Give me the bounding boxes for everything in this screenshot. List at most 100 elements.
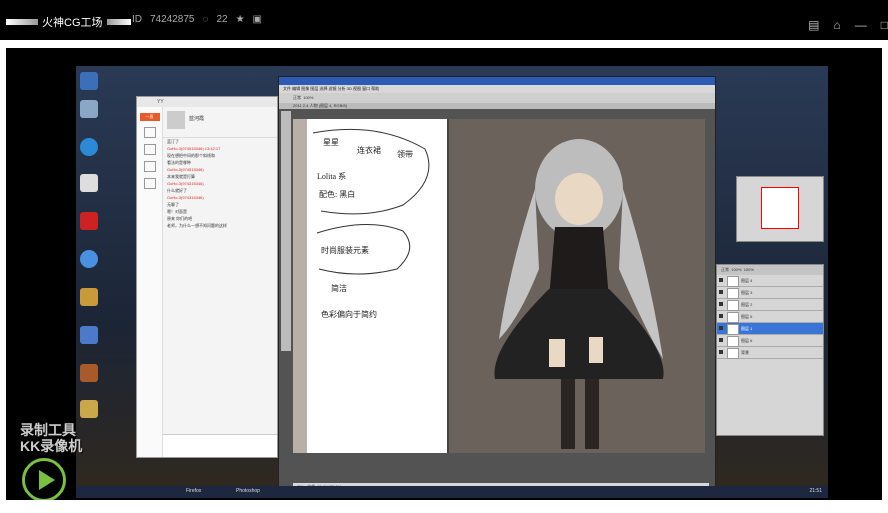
desktop-icon-folder-2[interactable] bbox=[80, 400, 98, 418]
chat-window: YY 一直 蓝河霞 蓝汀了 GoHo-3(974515346) 13:42:17 现… bbox=[136, 96, 278, 458]
ps-opacity[interactable]: 100% bbox=[303, 95, 313, 100]
layer-name: 图层 5 bbox=[741, 314, 753, 319]
layer-row[interactable]: 背景 bbox=[717, 347, 823, 359]
layer-row[interactable]: 图层 2 bbox=[717, 299, 823, 311]
ps-doc-tab[interactable]: 2011 2-4 人物 (图层 4, RGB/8) bbox=[279, 103, 715, 109]
eye-icon[interactable] bbox=[719, 338, 723, 342]
desktop-icon-doc[interactable] bbox=[80, 326, 98, 344]
restore-icon[interactable]: □ bbox=[881, 18, 888, 32]
layers-blend[interactable]: 正常 bbox=[721, 267, 729, 272]
avatar[interactable] bbox=[167, 111, 185, 129]
sketch-note: 配色: 黑白 bbox=[319, 190, 356, 199]
sketch-note: 简洁 bbox=[331, 284, 347, 293]
layer-name: 图层 1 bbox=[741, 326, 753, 331]
eye-icon[interactable] bbox=[719, 302, 723, 306]
desktop-icon-folder[interactable] bbox=[80, 288, 98, 306]
sidebar-btn-4[interactable] bbox=[143, 178, 156, 189]
brand-bar-right bbox=[106, 19, 131, 25]
sidebar-btn-3[interactable] bbox=[143, 161, 156, 172]
id-value: 74242875 bbox=[150, 14, 195, 25]
layer-name: 背景 bbox=[741, 350, 749, 355]
chat-message: 原来 你们的吧 bbox=[167, 216, 193, 221]
ps-mode[interactable]: 正常 bbox=[293, 95, 301, 100]
desktop-icon-app[interactable] bbox=[80, 138, 98, 156]
home-icon[interactable]: ⌂ bbox=[834, 18, 841, 32]
chat-body: 蓝河霞 蓝汀了 GoHo-3(974515346) 13:42:17 现在想把中间的… bbox=[163, 107, 277, 457]
desktop-icon-file[interactable] bbox=[80, 174, 98, 192]
sidebar-btn-2[interactable] bbox=[143, 144, 156, 155]
sketch-note: 时尚服装元素 bbox=[321, 246, 369, 255]
window-controls: ▤ ⌂ — □ bbox=[808, 18, 888, 32]
chat-tab[interactable]: 一直 bbox=[139, 113, 160, 121]
layer-name: 图层 4 bbox=[741, 278, 753, 283]
ps-options-bar[interactable]: 正常 100% bbox=[279, 93, 715, 103]
layers-options[interactable]: 正常 100% 100% bbox=[717, 265, 823, 275]
ps-title-bar bbox=[279, 77, 715, 85]
layer-row[interactable]: 图层 5 bbox=[717, 311, 823, 323]
layer-thumbnail bbox=[727, 336, 739, 347]
sketch-note: Lolita 系 bbox=[317, 172, 347, 181]
ps-canvas[interactable]: 星星 连衣裙 领带 Lolita 系配色: 黑白 时尚服装元素 简洁 色彩偏向于简约 bbox=[293, 119, 705, 453]
chat-message: GoHo-3(974315346) bbox=[167, 195, 204, 200]
layer-thumbnail bbox=[727, 276, 739, 287]
layer-row[interactable]: 图层 3 bbox=[717, 287, 823, 299]
recorder-watermark: 录制工具 KK录像机 bbox=[20, 422, 82, 454]
photoshop-window: 文件 编辑 图像 图层 选择 滤镜 分析 3D 视图 窗口 帮助 正常 100%… bbox=[278, 76, 716, 498]
ps-menu-bar[interactable]: 文件 编辑 图像 图层 选择 滤镜 分析 3D 视图 窗口 帮助 bbox=[279, 85, 715, 93]
video-player[interactable]: YY 一直 蓝河霞 蓝汀了 GoHo-3(974515346) 13:42:17 现… bbox=[6, 48, 882, 500]
layers-opacity[interactable]: 100% bbox=[731, 267, 741, 272]
watermark-line-1: 录制工具 bbox=[20, 422, 76, 438]
ps-toolbox[interactable] bbox=[281, 111, 291, 351]
layers-panel: 正常 100% 100% 图层 4 图层 3 图层 2 图层 5 图层 1 图层 6 背景 bbox=[716, 264, 824, 436]
character-drawing bbox=[494, 139, 664, 449]
navigator-thumb[interactable] bbox=[761, 187, 799, 229]
taskbar-app-2[interactable]: Photoshop bbox=[236, 488, 260, 494]
layer-name: 图层 6 bbox=[741, 338, 753, 343]
eye-icon[interactable] bbox=[719, 326, 723, 330]
desktop-icon-game[interactable] bbox=[80, 212, 98, 230]
chat-input[interactable] bbox=[163, 434, 277, 457]
eye-icon[interactable] bbox=[719, 278, 723, 282]
user-icon: ◌ bbox=[202, 14, 209, 25]
layer-row[interactable]: 图层 4 bbox=[717, 275, 823, 287]
header-divider bbox=[0, 40, 888, 48]
chat-profile: 蓝河霞 bbox=[163, 107, 277, 138]
eye-icon[interactable] bbox=[719, 290, 723, 294]
sketch-note: 色彩偏向于简约 bbox=[321, 310, 377, 319]
sketch-paper: 星星 连衣裙 领带 Lolita 系配色: 黑白 时尚服装元素 简洁 色彩偏向于简约 bbox=[307, 119, 449, 453]
document-icon[interactable]: ▤ bbox=[808, 18, 819, 32]
minimize-icon[interactable]: — bbox=[855, 18, 867, 32]
navigator-panel[interactable] bbox=[736, 176, 824, 242]
desktop-icon-computer[interactable] bbox=[80, 72, 98, 90]
footer-strip bbox=[0, 500, 888, 513]
layer-name: 图层 3 bbox=[741, 290, 753, 295]
watermark-line-2: KK录像机 bbox=[20, 438, 83, 454]
desktop-icon-recycle[interactable] bbox=[80, 100, 98, 118]
star-icon[interactable]: ★ bbox=[236, 14, 245, 25]
play-button[interactable] bbox=[22, 458, 66, 500]
eye-icon[interactable] bbox=[719, 314, 723, 318]
layer-thumbnail bbox=[727, 312, 739, 323]
layers-fill[interactable]: 100% bbox=[744, 267, 754, 272]
chat-message: GoHo-3(974315346) bbox=[167, 181, 204, 186]
sketch-note: 领带 bbox=[397, 150, 413, 159]
sketch-note: 连衣裙 bbox=[357, 146, 381, 155]
taskbar-app-1[interactable]: Firefox bbox=[186, 488, 201, 494]
layer-name: 图层 2 bbox=[741, 302, 753, 307]
desktop-icon-browser[interactable] bbox=[80, 250, 98, 268]
recorded-desktop: YY 一直 蓝河霞 蓝汀了 GoHo-3(974515346) 13:42:17 现… bbox=[76, 66, 828, 498]
chat-message: 蓝汀了 bbox=[167, 139, 179, 144]
desktop-icon-media[interactable] bbox=[80, 364, 98, 382]
chat-message: 嗯！对面是 bbox=[167, 209, 187, 214]
layer-thumbnail bbox=[727, 348, 739, 359]
chat-message: 无聊了 bbox=[167, 202, 179, 207]
layer-row[interactable]: 图层 1 bbox=[717, 323, 823, 335]
layer-row[interactable]: 图层 6 bbox=[717, 335, 823, 347]
sidebar-btn-1[interactable] bbox=[143, 127, 156, 138]
eye-icon[interactable] bbox=[719, 350, 723, 354]
sketch-strokes bbox=[312, 128, 430, 275]
layer-thumbnail bbox=[727, 324, 739, 335]
brand-name: 火神CG工场 bbox=[42, 17, 103, 29]
channel-brand[interactable]: 火神CG工场 bbox=[6, 14, 131, 30]
share-icon[interactable]: ▣ bbox=[253, 14, 262, 25]
